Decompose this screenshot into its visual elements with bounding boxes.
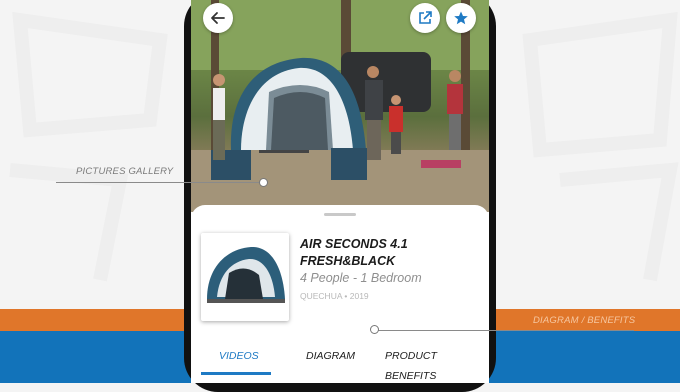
external-link-icon [419,11,432,24]
diagram-benefits-callout: DIAGRAM / BENEFITS [533,315,636,326]
tab-bar: VIDEOS DIAGRAM PRODUCT BENEFITS [191,346,489,382]
camping-photo [191,0,489,212]
background-decoration [522,11,679,282]
product-subtitle: 4 People - 1 Bedroom [300,271,422,285]
product-name: AIR SECONDS 4.1 FRESH&BLACK [300,237,408,268]
phone-screen: AIR SECONDS 4.1 FRESH&BLACK 4 People - 1… [191,0,489,383]
star-icon [454,11,468,25]
gallery-callout-line [56,182,261,183]
sheet-handle[interactable] [324,213,356,216]
tab-product-benefits[interactable]: PRODUCT BENEFITS [385,346,489,382]
product-brand: QUECHUA • 2019 [300,291,369,301]
diagram-callout-dot [370,325,379,334]
pictures-gallery[interactable] [191,0,489,212]
background-decoration [9,11,168,282]
favorite-button[interactable] [446,3,476,33]
product-sheet: AIR SECONDS 4.1 FRESH&BLACK 4 People - 1… [191,205,489,383]
arrow-left-icon [211,12,225,24]
active-tab-indicator [201,372,271,375]
product-thumbnail[interactable] [201,233,289,321]
diagram-callout-line [378,330,634,331]
share-button[interactable] [410,3,440,33]
gallery-callout-dot [259,178,268,187]
tent-image [207,246,285,303]
back-button[interactable] [203,3,233,33]
pictures-gallery-callout: PICTURES GALLERY [76,166,174,177]
tab-diagram[interactable]: DIAGRAM [306,346,355,376]
